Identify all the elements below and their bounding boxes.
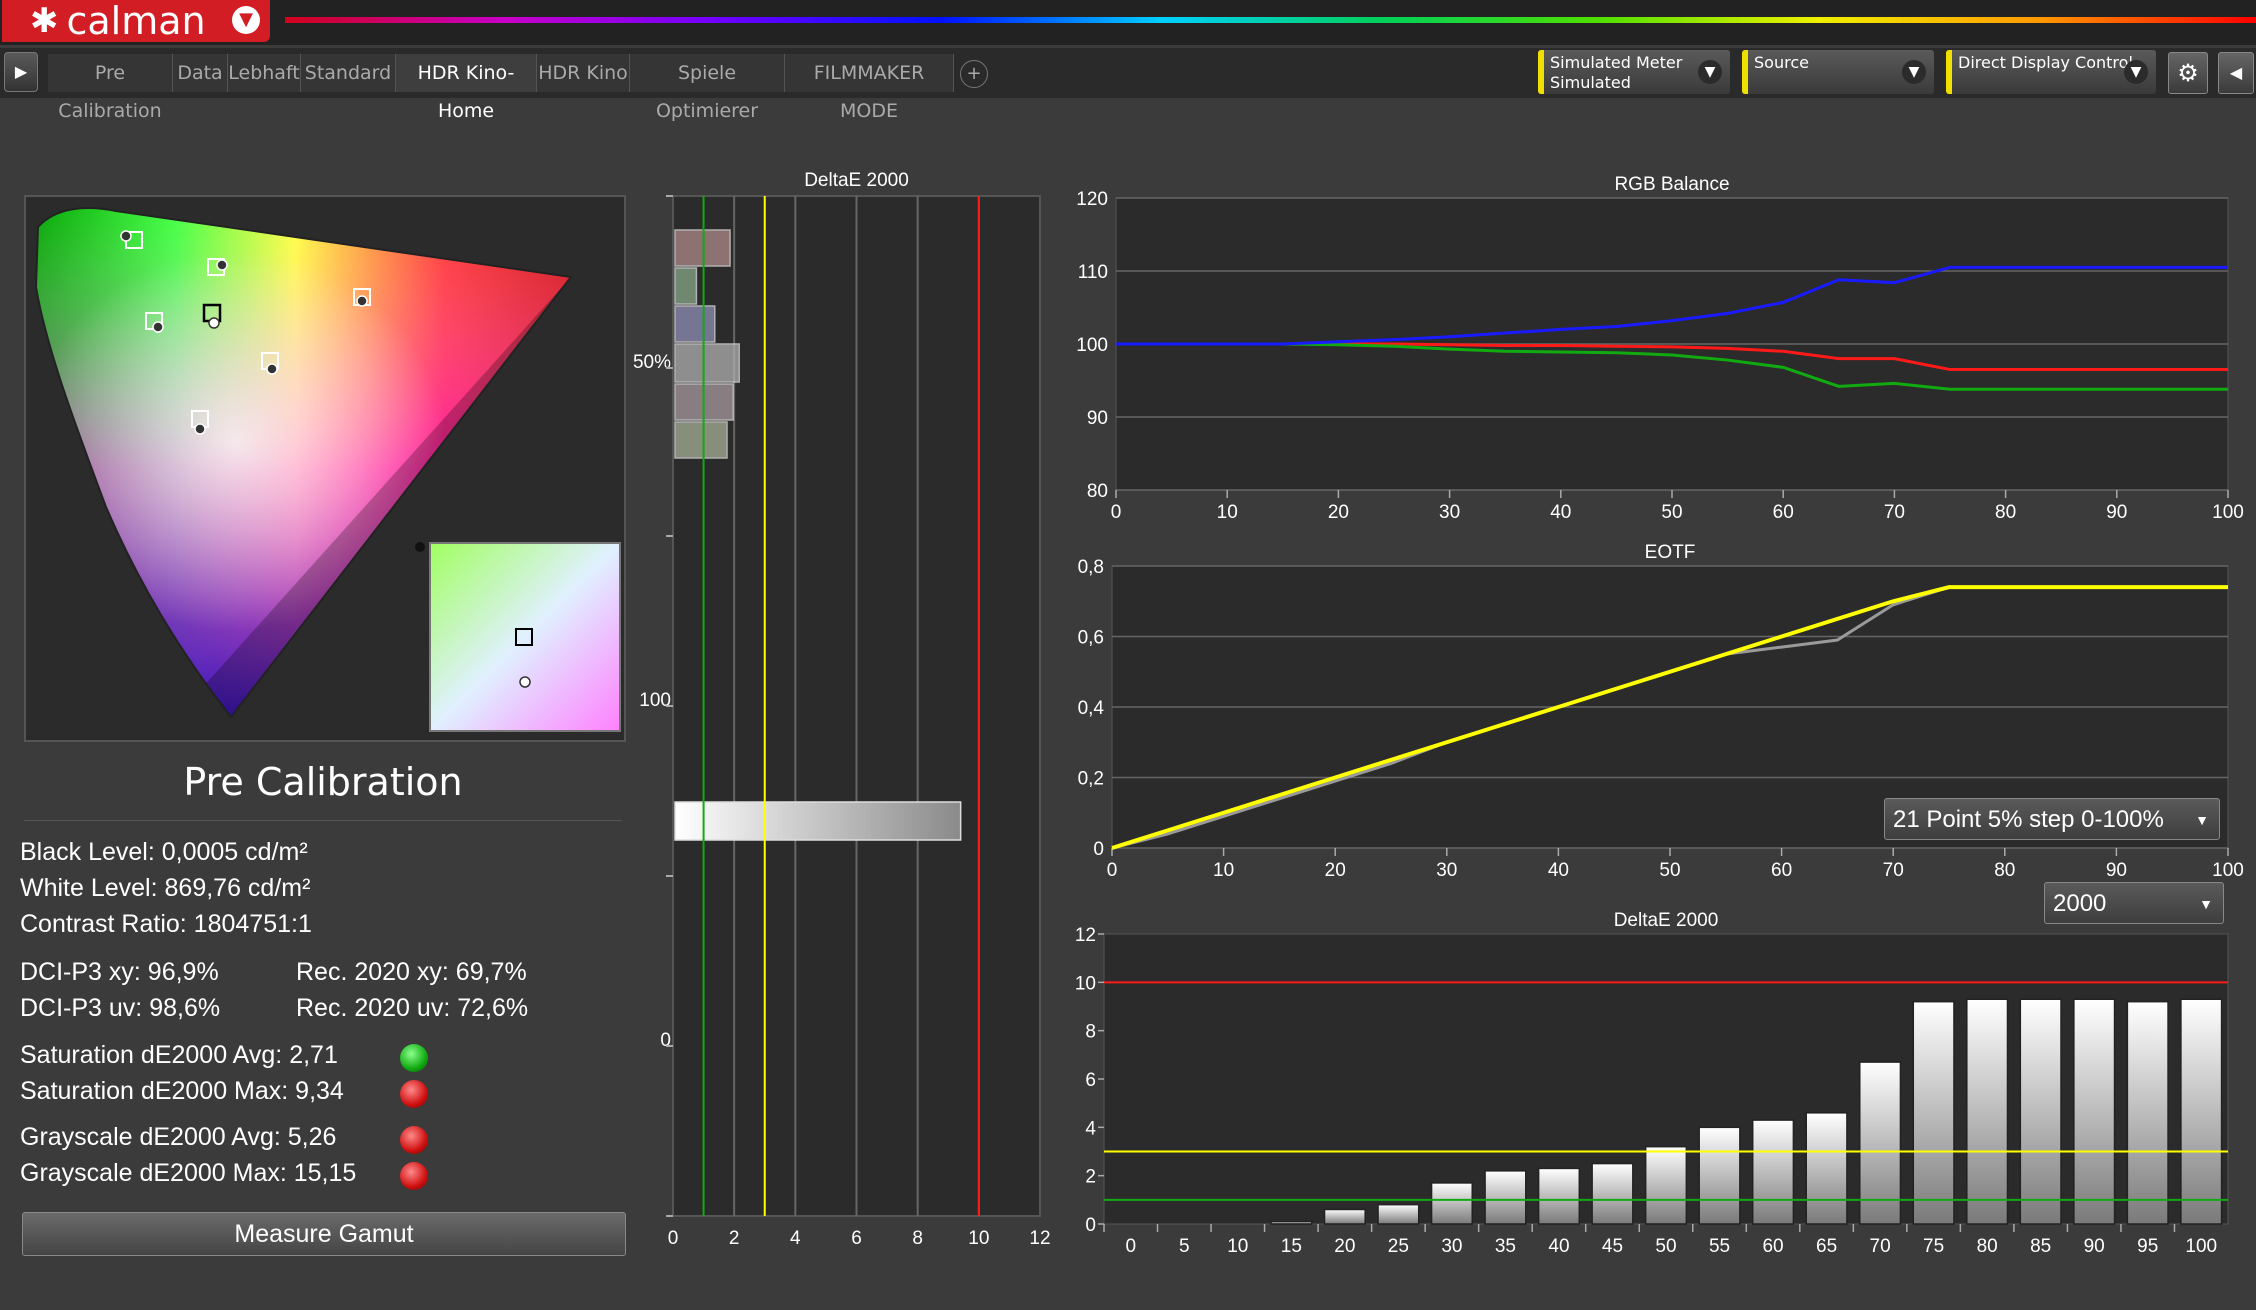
y-tick-label: 10 [1075, 973, 1096, 994]
x-tick-label: 35 [1495, 1236, 1516, 1257]
x-tick-label: 20 [1334, 1236, 1355, 1257]
x-tick-label: 50 [1655, 1236, 1676, 1257]
x-tick-label: 15 [1281, 1236, 1302, 1257]
x-tick-label: 0 [1125, 1236, 1136, 1257]
x-tick-label: 75 [1923, 1236, 1944, 1257]
x-tick-label: 65 [1816, 1236, 1837, 1257]
x-tick-label: 30 [1441, 1236, 1462, 1257]
bar [2126, 1000, 2169, 1225]
de-formula-value: 2000 [2053, 890, 2107, 917]
x-tick-label: 45 [1602, 1236, 1623, 1257]
bar [1698, 1126, 1741, 1225]
chevron-down-icon[interactable]: ▼ [2195, 799, 2209, 841]
bar [2073, 998, 2116, 1225]
pattern-dropdown[interactable]: 21 Point 5% step 0-100% ▼ [1884, 798, 2220, 840]
y-tick-label: 4 [1085, 1118, 1096, 1139]
bar [1270, 1220, 1313, 1225]
x-tick-label: 80 [1977, 1236, 1998, 1257]
y-tick-label: 12 [1075, 925, 1096, 946]
x-tick-label: 10 [1227, 1236, 1248, 1257]
bar [2019, 998, 2062, 1225]
x-tick-label: 85 [2030, 1236, 2051, 1257]
chevron-down-icon[interactable]: ▼ [2199, 883, 2213, 925]
bar [1751, 1119, 1795, 1225]
bar [1430, 1182, 1473, 1225]
bar [2180, 998, 2223, 1225]
x-tick-label: 55 [1709, 1236, 1730, 1257]
y-tick-label: 2 [1085, 1167, 1096, 1188]
x-tick-label: 95 [2137, 1236, 2158, 1257]
bar [1966, 998, 2009, 1225]
x-tick-label: 90 [2084, 1236, 2105, 1257]
bar [1644, 1145, 1688, 1225]
x-tick-label: 100 [2185, 1236, 2217, 1257]
pattern-dropdown-value: 21 Point 5% step 0-100% [1893, 806, 2164, 833]
x-tick-label: 40 [1548, 1236, 1569, 1257]
bar [1912, 1000, 1955, 1225]
bar [1323, 1208, 1366, 1225]
y-tick-label: 6 [1085, 1070, 1096, 1091]
bar [1484, 1170, 1527, 1225]
bar [1377, 1203, 1420, 1225]
deltae-grayscale-chart: DeltaE 2000 0 2 4 6 8 10 12 0 5 10 15 20 25 30 35 40 45 50… [1075, 910, 2229, 1257]
y-tick-label: 8 [1085, 1022, 1096, 1043]
x-tick-label: 70 [1870, 1236, 1891, 1257]
chart-title: DeltaE 2000 [1614, 910, 1719, 931]
x-tick-label: 60 [1762, 1236, 1783, 1257]
x-tick-label: 5 [1179, 1236, 1190, 1257]
y-tick-label: 0 [1085, 1215, 1096, 1236]
bar [1591, 1162, 1634, 1225]
de-formula-dropdown[interactable]: 2000 ▼ [2044, 882, 2224, 924]
x-tick-label: 25 [1388, 1236, 1409, 1257]
bar [1537, 1167, 1581, 1225]
bar [1805, 1112, 1848, 1225]
